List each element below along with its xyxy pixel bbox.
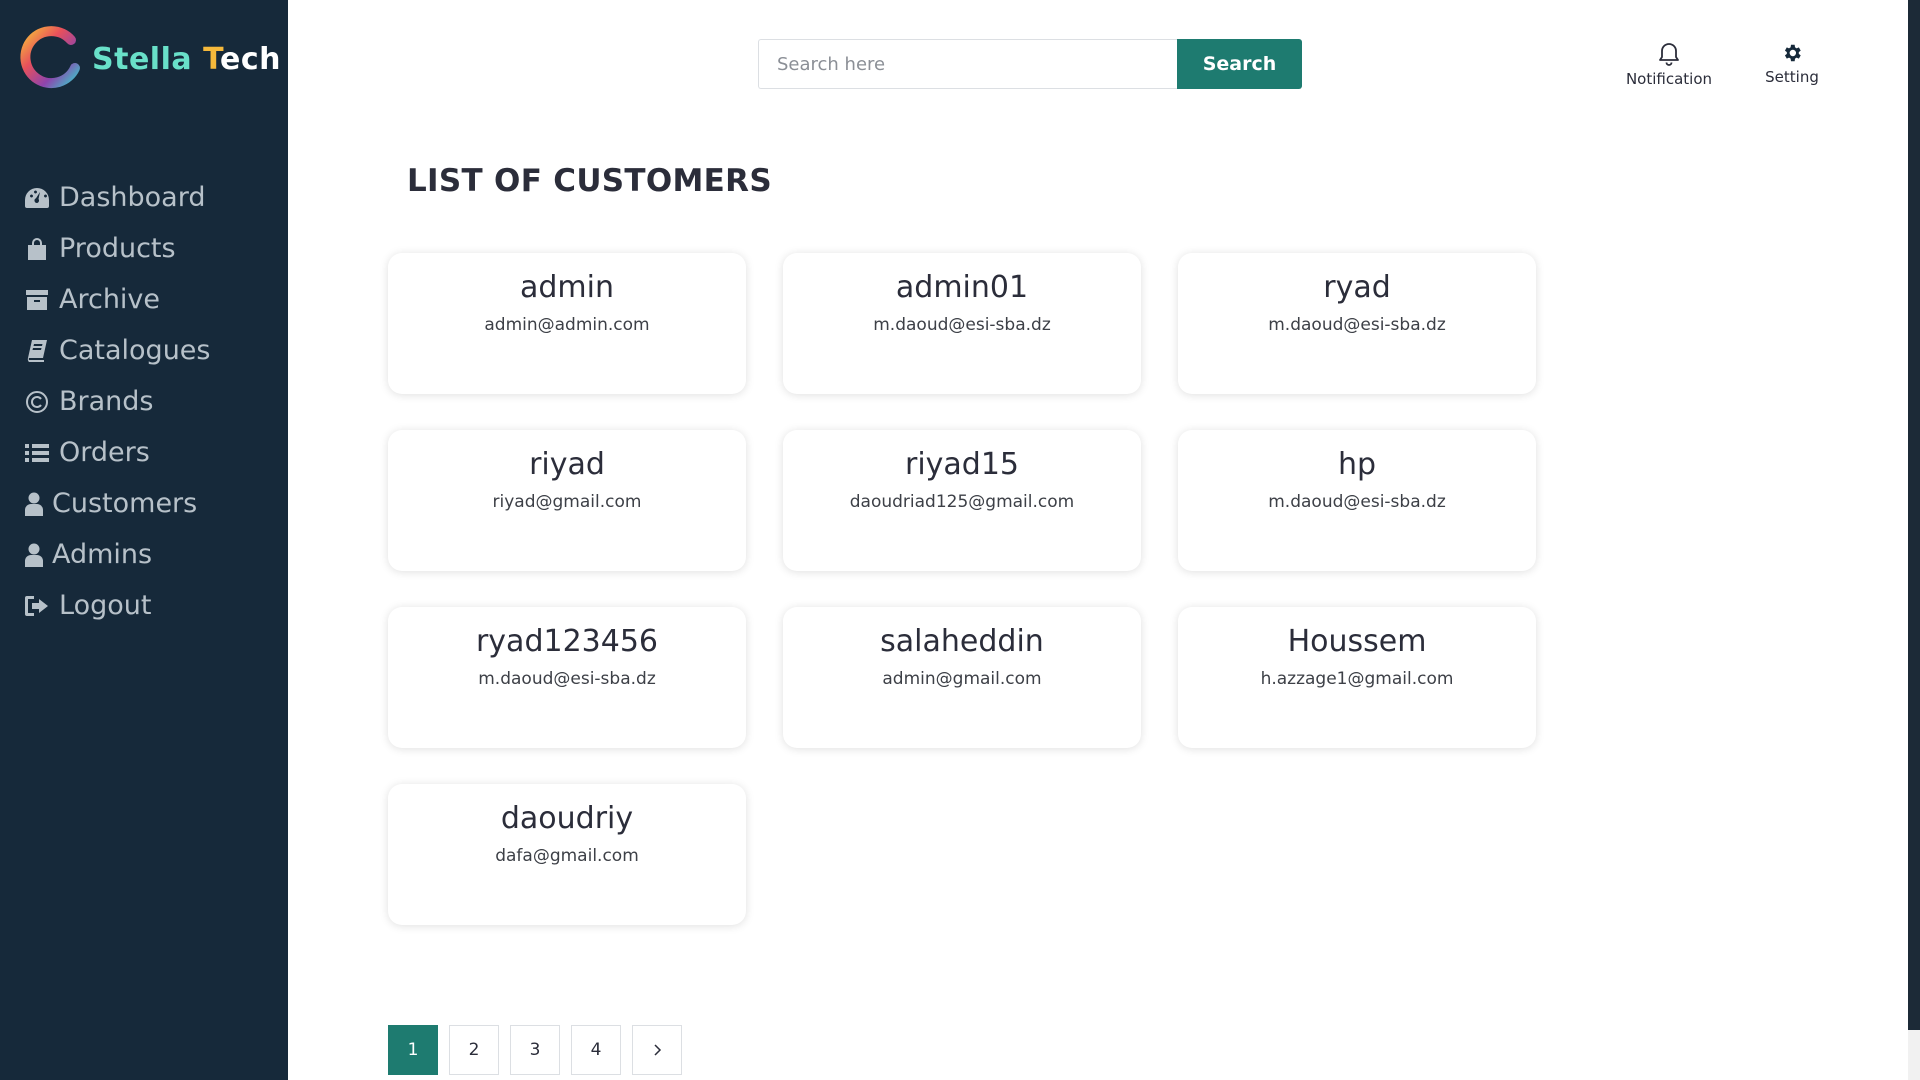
- customer-card[interactable]: ryad m.daoud@esi-sba.dz: [1178, 253, 1536, 394]
- customer-email: dafa@gmail.com: [495, 846, 639, 866]
- page-1-button[interactable]: 1: [388, 1025, 438, 1075]
- customer-email: m.daoud@esi-sba.dz: [1268, 492, 1446, 512]
- customer-card[interactable]: Houssem h.azzage1@gmail.com: [1178, 607, 1536, 748]
- brand[interactable]: Stella Tech: [19, 26, 281, 92]
- customer-email: admin@gmail.com: [882, 669, 1042, 689]
- customer-grid: admin admin@admin.com admin01 m.daoud@esi-…: [388, 253, 1536, 925]
- customer-name: daoudriy: [500, 801, 634, 836]
- customer-email: admin@admin.com: [484, 315, 650, 335]
- sidebar-item-label: Logout: [59, 590, 152, 621]
- sidebar-item-label: Products: [59, 233, 176, 264]
- sidebar-item-archive[interactable]: Archive: [22, 274, 210, 325]
- sidebar-item-orders[interactable]: Orders: [22, 427, 210, 478]
- brand-name: Stella Tech: [92, 42, 281, 77]
- stella-logo-icon: [20, 26, 81, 89]
- gear-icon: [1784, 44, 1801, 62]
- setting-button[interactable]: Setting: [1761, 42, 1823, 86]
- customer-card[interactable]: admin admin@admin.com: [388, 253, 746, 394]
- customer-name: Houssem: [1287, 624, 1427, 659]
- dashboard-icon: [22, 185, 52, 211]
- sidebar-item-label: Orders: [59, 437, 150, 468]
- sidebar-nav: Dashboard Products Archive Catalogues Br…: [22, 172, 210, 631]
- customer-email: m.daoud@esi-sba.dz: [873, 315, 1051, 335]
- copyright-icon: [22, 389, 52, 415]
- archive-icon: [22, 287, 52, 313]
- customer-card[interactable]: ryad123456 m.daoud@esi-sba.dz: [388, 607, 746, 748]
- customer-card[interactable]: riyad15 daoudriad125@gmail.com: [783, 430, 1141, 571]
- shopping-bag-icon: [22, 236, 52, 262]
- book-icon: [22, 338, 52, 364]
- customer-card[interactable]: riyad riyad@gmail.com: [388, 430, 746, 571]
- sidebar-item-logout[interactable]: Logout: [22, 580, 210, 631]
- customer-email: daoudriad125@gmail.com: [849, 492, 1075, 512]
- page-title: LIST OF CUSTOMERS: [407, 163, 772, 199]
- sidebar: Stella Tech Dashboard Products Archive C…: [0, 0, 288, 1080]
- customer-email: riyad@gmail.com: [492, 492, 642, 512]
- page-3-button[interactable]: 3: [510, 1025, 560, 1075]
- customer-name: admin01: [895, 270, 1029, 305]
- setting-label: Setting: [1765, 68, 1819, 86]
- sidebar-item-brands[interactable]: Brands: [22, 376, 210, 427]
- user-icon: [22, 491, 46, 517]
- notification-button[interactable]: Notification: [1622, 42, 1716, 88]
- page-4-button[interactable]: 4: [571, 1025, 621, 1075]
- sidebar-item-catalogues[interactable]: Catalogues: [22, 325, 210, 376]
- pagination: 1 2 3 4: [388, 1025, 693, 1075]
- customer-card[interactable]: admin01 m.daoud@esi-sba.dz: [783, 253, 1141, 394]
- chevron-right-icon: [654, 1044, 662, 1056]
- customer-name: riyad: [529, 447, 605, 482]
- customer-card[interactable]: salaheddin admin@gmail.com: [783, 607, 1141, 748]
- next-page-button[interactable]: [632, 1025, 682, 1075]
- customer-email: h.azzage1@gmail.com: [1260, 669, 1454, 689]
- sidebar-item-label: Customers: [52, 488, 198, 519]
- sidebar-item-customers[interactable]: Customers: [22, 478, 210, 529]
- search-input[interactable]: [758, 39, 1178, 89]
- scrollbar[interactable]: [1908, 0, 1920, 1080]
- sidebar-item-products[interactable]: Products: [22, 223, 210, 274]
- brand-name-part3: ech: [220, 41, 282, 77]
- customer-name: ryad: [1323, 270, 1391, 305]
- customer-email: m.daoud@esi-sba.dz: [1268, 315, 1446, 335]
- bell-icon: [1659, 43, 1679, 66]
- sidebar-item-label: Catalogues: [59, 335, 211, 366]
- notification-label: Notification: [1625, 70, 1713, 88]
- sidebar-item-label: Dashboard: [59, 182, 206, 213]
- customer-name: riyad15: [904, 447, 1020, 482]
- customer-card[interactable]: hp m.daoud@esi-sba.dz: [1178, 430, 1536, 571]
- list-icon: [22, 440, 52, 466]
- sidebar-item-label: Archive: [59, 284, 161, 315]
- customer-name: admin: [520, 270, 614, 305]
- customer-name: ryad123456: [475, 624, 659, 659]
- scrollbar-thumb[interactable]: [1908, 0, 1920, 1030]
- user-icon: [22, 542, 46, 568]
- customer-name: hp: [1337, 447, 1377, 482]
- brand-name-part2: T: [203, 41, 221, 77]
- sidebar-item-label: Admins: [52, 539, 153, 570]
- sidebar-item-dashboard[interactable]: Dashboard: [22, 172, 210, 223]
- brand-name-part1: Stella: [92, 41, 204, 77]
- customer-name: salaheddin: [880, 624, 1044, 659]
- sidebar-item-admins[interactable]: Admins: [22, 529, 210, 580]
- customer-card[interactable]: daoudriy dafa@gmail.com: [388, 784, 746, 925]
- sidebar-item-label: Brands: [59, 386, 154, 417]
- customer-email: m.daoud@esi-sba.dz: [478, 669, 656, 689]
- logout-icon: [22, 593, 52, 619]
- search-button[interactable]: Search: [1177, 39, 1302, 89]
- page-2-button[interactable]: 2: [449, 1025, 499, 1075]
